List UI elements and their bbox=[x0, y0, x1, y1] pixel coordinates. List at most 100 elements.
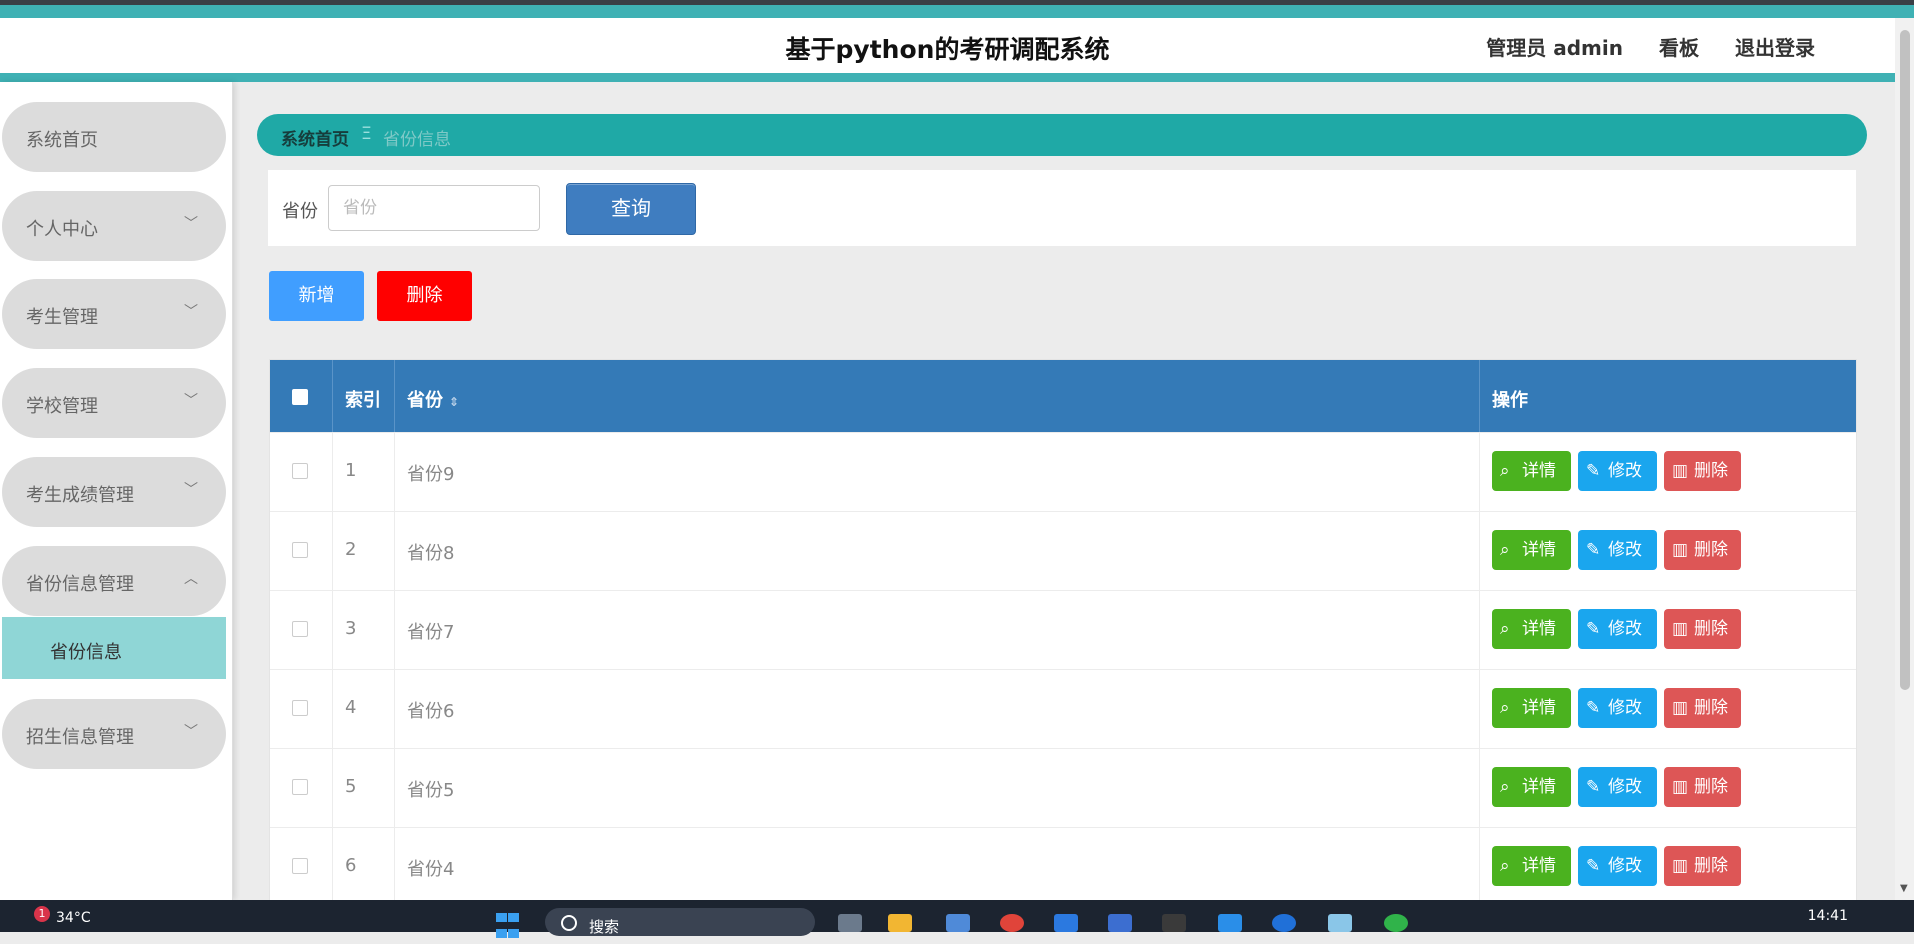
table-row: 1 省份9 ⌕ 详情 ✎ 修改 ▥ 删除 bbox=[270, 432, 1856, 511]
scroll-down-icon[interactable]: ▼ bbox=[1900, 883, 1908, 894]
detail-button[interactable]: ⌕ 详情 bbox=[1492, 530, 1571, 570]
breadcrumb-current: 省份信息 bbox=[383, 130, 451, 150]
chrome-icon[interactable] bbox=[1000, 914, 1024, 932]
delete-button[interactable]: ▥ 删除 bbox=[1664, 530, 1741, 570]
delete-button[interactable]: ▥ 删除 bbox=[1664, 846, 1741, 886]
dashboard-link[interactable]: 看板 bbox=[1659, 32, 1699, 61]
edit-button[interactable]: ✎ 修改 bbox=[1578, 530, 1657, 570]
row-checkbox[interactable] bbox=[292, 621, 308, 637]
sidebar: 系统首页 个人中心 ﹀ 考生管理 ﹀ 学校管理 ﹀ 考生成绩管理 ﹀ 省份信息管… bbox=[0, 82, 233, 900]
breadcrumb-home[interactable]: 系统首页 bbox=[281, 125, 349, 150]
chevron-down-icon: ﹀ bbox=[184, 482, 198, 498]
app-icon[interactable] bbox=[1108, 914, 1132, 932]
chevron-down-icon: ﹀ bbox=[184, 393, 198, 409]
header-province[interactable]: 省份 ⇕ bbox=[407, 386, 459, 412]
detail-label: 详情 bbox=[1522, 540, 1556, 560]
sidebar-item-province-management[interactable]: 省份信息管理 ︿ bbox=[2, 546, 226, 616]
edit-button[interactable]: ✎ 修改 bbox=[1578, 767, 1657, 807]
sidebar-item-score-management[interactable]: 考生成绩管理 ﹀ bbox=[2, 457, 226, 527]
row-checkbox[interactable] bbox=[292, 858, 308, 874]
pencil-icon: ✎ bbox=[1586, 698, 1601, 718]
sidebar-subitem-province-info[interactable]: 省份信息 bbox=[2, 617, 226, 679]
trash-icon: ▥ bbox=[1672, 698, 1689, 718]
trash-icon: ▥ bbox=[1672, 777, 1689, 797]
detail-button[interactable]: ⌕ 详情 bbox=[1492, 688, 1571, 728]
pencil-icon: ✎ bbox=[1586, 856, 1601, 876]
search-icon: ⌕ bbox=[1500, 619, 1510, 639]
wechat-icon[interactable] bbox=[1384, 914, 1408, 932]
weather-temperature[interactable]: 34°C bbox=[56, 910, 91, 926]
add-button[interactable]: 新增 bbox=[269, 271, 364, 321]
edit-button[interactable]: ✎ 修改 bbox=[1578, 688, 1657, 728]
detail-label: 详情 bbox=[1522, 619, 1556, 639]
delete-button[interactable]: ▥ 删除 bbox=[1664, 609, 1741, 649]
row-checkbox[interactable] bbox=[292, 463, 308, 479]
row-index: 3 bbox=[345, 618, 357, 639]
delete-button[interactable]: ▥ 删除 bbox=[1664, 767, 1741, 807]
vscode-icon[interactable] bbox=[1218, 914, 1242, 932]
notification-badge: 1 bbox=[34, 906, 50, 922]
edit-button[interactable]: ✎ 修改 bbox=[1578, 451, 1657, 491]
row-checkbox[interactable] bbox=[292, 542, 308, 558]
app2-icon[interactable] bbox=[1328, 914, 1352, 932]
delete-button[interactable]: ▥ 删除 bbox=[1664, 688, 1741, 728]
row-checkbox[interactable] bbox=[292, 779, 308, 795]
trash-icon: ▥ bbox=[1672, 856, 1689, 876]
file-explorer-icon[interactable] bbox=[888, 914, 912, 932]
sidebar-item-school-management[interactable]: 学校管理 ﹀ bbox=[2, 368, 226, 438]
detail-button[interactable]: ⌕ 详情 bbox=[1492, 846, 1571, 886]
search-icon: ⌕ bbox=[1500, 540, 1510, 560]
detail-label: 详情 bbox=[1522, 856, 1556, 876]
sidebar-item-label: 考生管理 bbox=[26, 307, 98, 328]
sidebar-item-label: 考生成绩管理 bbox=[26, 485, 134, 506]
trash-icon: ▥ bbox=[1672, 619, 1689, 639]
select-all-checkbox[interactable] bbox=[292, 389, 308, 405]
edit-button[interactable]: ✎ 修改 bbox=[1578, 846, 1657, 886]
task-view-icon[interactable] bbox=[838, 914, 862, 932]
detail-button[interactable]: ⌕ 详情 bbox=[1492, 609, 1571, 649]
sidebar-item-enrollment-management[interactable]: 招生信息管理 ﹀ bbox=[2, 699, 226, 769]
row-checkbox[interactable] bbox=[292, 700, 308, 716]
row-index: 2 bbox=[345, 539, 357, 560]
scrollbar-thumb[interactable] bbox=[1900, 30, 1910, 690]
search-icon: ⌕ bbox=[1500, 698, 1510, 718]
delete-label: 删除 bbox=[1694, 698, 1728, 718]
header-province-label: 省份 bbox=[407, 390, 443, 411]
browser-icon[interactable] bbox=[1272, 914, 1296, 932]
sidebar-item-label: 省份信息管理 bbox=[26, 574, 134, 595]
pencil-icon: ✎ bbox=[1586, 619, 1601, 639]
edit-label: 修改 bbox=[1608, 856, 1642, 876]
edit-label: 修改 bbox=[1608, 461, 1642, 481]
table-row: 6 省份4 ⌕ 详情 ✎ 修改 ▥ 删除 bbox=[270, 827, 1856, 906]
sidebar-item-personal-center[interactable]: 个人中心 ﹀ bbox=[2, 191, 226, 261]
trash-icon: ▥ bbox=[1672, 461, 1689, 481]
clock-time[interactable]: 14:41 bbox=[1808, 908, 1848, 924]
province-table: 索引 省份 ⇕ 操作 1 省份9 ⌕ 详情 ✎ 修改 ▥ 删除 2 省份8 ⌕ 详情 ✎ 修… bbox=[269, 359, 1857, 907]
windows-start-icon[interactable] bbox=[496, 912, 522, 938]
detail-button[interactable]: ⌕ 详情 bbox=[1492, 451, 1571, 491]
bulk-delete-button[interactable]: 删除 bbox=[377, 271, 472, 321]
pencil-icon: ✎ bbox=[1586, 540, 1601, 560]
page-scrollbar[interactable]: ▼ bbox=[1895, 18, 1914, 900]
sort-icon[interactable]: ⇕ bbox=[449, 395, 459, 409]
admin-user-link[interactable]: 管理员 admin bbox=[1486, 32, 1623, 61]
terminal-icon[interactable] bbox=[1162, 914, 1186, 932]
row-index: 1 bbox=[345, 460, 357, 481]
detail-label: 详情 bbox=[1522, 777, 1556, 797]
row-province: 省份5 bbox=[407, 780, 455, 801]
province-search-input[interactable] bbox=[328, 185, 540, 231]
search-panel: 省份 查询 bbox=[268, 170, 1856, 246]
delete-button[interactable]: ▥ 删除 bbox=[1664, 451, 1741, 491]
logout-link[interactable]: 退出登录 bbox=[1735, 32, 1815, 61]
search-label: 省份 bbox=[282, 201, 318, 222]
query-button[interactable]: 查询 bbox=[566, 183, 696, 235]
pencil-icon: ✎ bbox=[1586, 777, 1601, 797]
row-province: 省份9 bbox=[407, 464, 455, 485]
sidebar-item-home[interactable]: 系统首页 bbox=[2, 102, 226, 172]
detail-button[interactable]: ⌕ 详情 bbox=[1492, 767, 1571, 807]
sidebar-item-examinee-management[interactable]: 考生管理 ﹀ bbox=[2, 279, 226, 349]
edit-button[interactable]: ✎ 修改 bbox=[1578, 609, 1657, 649]
sidebar-item-label: 招生信息管理 bbox=[26, 727, 134, 748]
pycharm-icon[interactable] bbox=[1054, 914, 1078, 932]
store-icon[interactable] bbox=[946, 914, 970, 932]
